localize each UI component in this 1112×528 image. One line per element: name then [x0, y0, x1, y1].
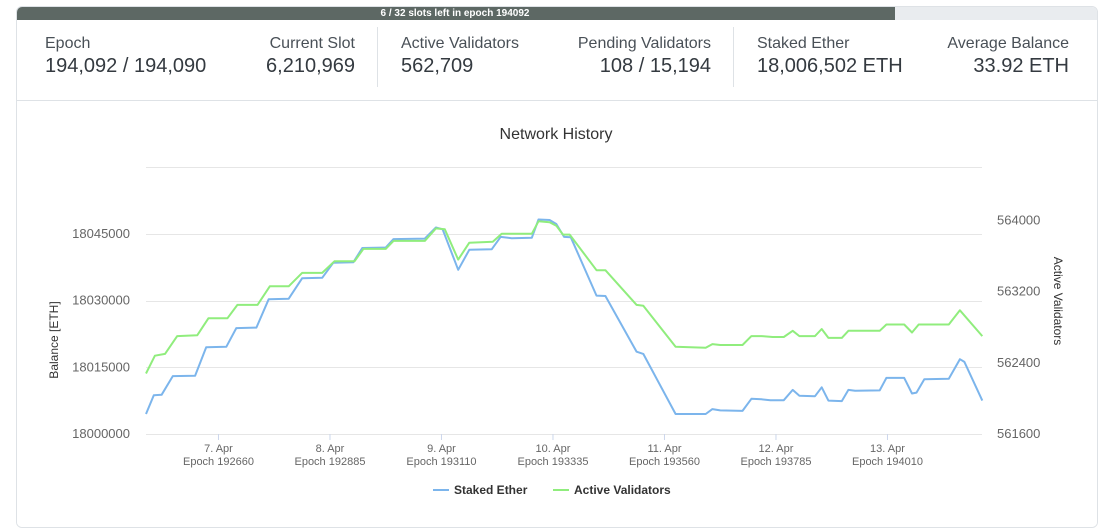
y-axis-left-tick-label: 18015000 [72, 359, 130, 374]
y-axis-left-ticks: 18000000 18015000 18030000 18045000 [72, 226, 130, 441]
x-axis-tick-date: 8. Apr [316, 443, 345, 455]
y-axis-right-tick-label: 562400 [997, 355, 1040, 370]
epoch-progress-text: 6 / 32 slots left in epoch 194092 [380, 8, 530, 19]
y-axis-right-label: Active Validators [1051, 257, 1065, 345]
chart-legend[interactable]: Staked Ether Active Validators [433, 483, 671, 497]
y-axis-left-tick-label: 18030000 [72, 293, 130, 308]
stat-active-validators-value: 562,709 [401, 55, 474, 77]
y-axis-left-label: Balance [ETH] [47, 301, 61, 378]
stat-average-balance-label: Average Balance [947, 35, 1069, 52]
legend-item-active-validators[interactable]: Active Validators [553, 483, 671, 497]
x-axis-tick-date: 11. Apr [647, 443, 681, 455]
network-card: 6 / 32 slots left in epoch 194092 Epoch … [16, 6, 1098, 528]
x-axis-tick-epoch: Epoch 194010 [852, 456, 923, 468]
stat-epoch: Epoch 194,092 / 194,090 [45, 35, 206, 78]
x-axis-tick-epoch: Epoch 193335 [517, 456, 588, 468]
network-history-chart: Network History 18000000 18015000 18030000… [47, 126, 1065, 497]
x-axis-tick-date: 10. Apr [536, 443, 571, 455]
chart-title: Network History [500, 126, 613, 143]
stat-epoch-value: 194,092 / 194,090 [45, 55, 207, 77]
stat-pending-validators: Pending Validators 108 / 15,194 [578, 35, 711, 78]
stat-current-slot: Current Slot 6,210,969 [266, 35, 355, 78]
stat-staked-ether-label: Staked Ether [757, 35, 850, 52]
stat-divider [377, 27, 378, 87]
x-axis-tick-date: 12. Apr [759, 443, 794, 455]
stat-epoch-label: Epoch [45, 35, 91, 52]
y-axis-right-tick-label: 564000 [997, 212, 1040, 227]
stat-current-slot-label: Current Slot [269, 35, 355, 52]
x-axis-tick-date: 13. Apr [870, 443, 905, 455]
x-axis-tick-epoch: Epoch 193785 [740, 456, 811, 468]
x-axis-tick-epoch: Epoch 193110 [406, 456, 476, 468]
y-axis-right-tick-label: 561600 [997, 426, 1040, 441]
chart-grid [146, 167, 982, 435]
stat-divider [733, 27, 734, 87]
stat-pending-validators-label: Pending Validators [577, 35, 711, 52]
stat-staked-ether-value: 18,006,502 ETH [757, 55, 903, 77]
x-axis-ticks: 7. AprEpoch 192660 8. AprEpoch 192885 9. A… [183, 434, 923, 468]
stat-staked-ether: Staked Ether 18,006,502 ETH [757, 35, 903, 78]
x-axis-tick-date: 9. Apr [427, 443, 456, 455]
stat-average-balance-value: 33.92 ETH [973, 55, 1069, 77]
y-axis-right-ticks: 561600 562400 563200 564000 [997, 212, 1040, 441]
y-axis-right-tick-label: 563200 [997, 284, 1040, 299]
stat-current-slot-value: 6,210,969 [266, 55, 355, 77]
x-axis-tick-epoch: Epoch 192885 [294, 456, 365, 468]
legend-label: Active Validators [574, 483, 671, 497]
stat-active-validators: Active Validators 562,709 [401, 35, 519, 78]
y-axis-left-tick-label: 18045000 [72, 226, 130, 241]
epoch-progress-bar: 6 / 32 slots left in epoch 194092 [17, 7, 1097, 20]
x-axis-tick-epoch: Epoch 193560 [629, 456, 700, 468]
y-axis-left-tick-label: 18000000 [72, 426, 130, 441]
network-history-panel: Network History 18000000 18015000 18030000… [17, 101, 1097, 527]
network-stats-row: Epoch 194,092 / 194,090 Current Slot 6,2… [17, 21, 1097, 101]
series-line-active-validators [145, 220, 984, 374]
stat-average-balance: Average Balance 33.92 ETH [947, 35, 1069, 78]
chart-series [145, 218, 984, 415]
x-axis-tick-epoch: Epoch 192660 [183, 456, 254, 468]
x-axis-tick-date: 7. Apr [204, 443, 233, 455]
series-line-staked-ether [145, 218, 984, 415]
stat-active-validators-label: Active Validators [401, 35, 519, 52]
legend-label: Staked Ether [454, 483, 528, 497]
legend-item-staked-ether[interactable]: Staked Ether [433, 483, 528, 497]
stat-pending-validators-value: 108 / 15,194 [599, 55, 711, 77]
